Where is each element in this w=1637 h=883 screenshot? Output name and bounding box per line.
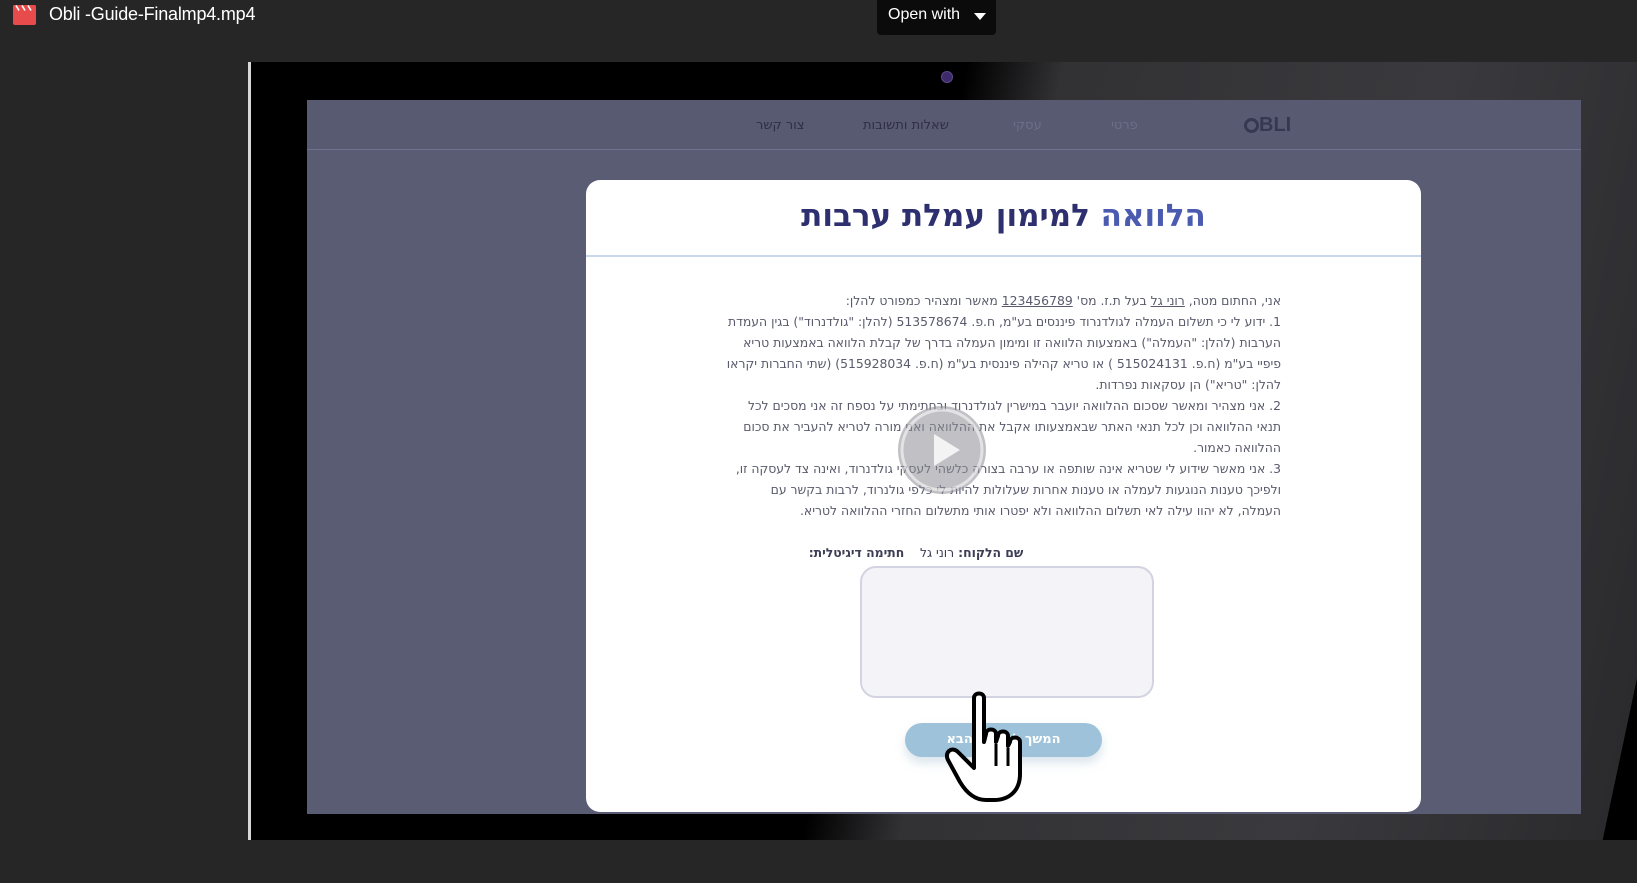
play-icon[interactable] (898, 406, 986, 494)
nav-item-business: עסקי (1013, 118, 1042, 133)
open-with-label: Open with (888, 6, 961, 23)
camera-dot-icon (941, 71, 953, 83)
play-triangle-icon (900, 408, 984, 492)
terms-clause-3: 3. אני מאשר שידוע לי שטריא אינה שותפה או… (735, 461, 1281, 518)
chevron-down-icon (974, 13, 986, 20)
terms-intro: אני, החתום מטה, רוני גל בעל ת.ז. מס' 123… (845, 293, 1281, 308)
logo-o-icon (1244, 118, 1259, 133)
nav-item-contact: צור קשר (756, 118, 805, 133)
terms-text: אני, החתום מטה, רוני גל בעל ת.ז. מס' 123… (726, 290, 1281, 521)
modal-header: הלוואה למימון עמלת ערבות (586, 180, 1421, 257)
video-file-icon (13, 5, 36, 25)
customer-name-label: שם הלקוח: (958, 545, 1024, 560)
signature-pad[interactable] (860, 566, 1154, 698)
video-frame-edge (248, 62, 251, 840)
digital-signature-label: חתימה דיגיטלית: (808, 545, 905, 560)
open-with-button[interactable]: Open with (877, 0, 996, 35)
site-nav: צור קשר שאלות ותשובות עסקי פרטי BLI (307, 100, 1581, 150)
signature-line: שם הלקוח: רוני גל חתימה דיגיטלית: (726, 545, 1106, 560)
file-name: Obli -Guide-Finalmp4.mp4 (49, 4, 256, 24)
hand-pointer-icon (945, 691, 1022, 802)
obli-logo: BLI (1244, 114, 1291, 137)
modal-title: הלוואה למימון עמלת ערבות (801, 198, 1206, 234)
nav-item-private: פרטי (1111, 118, 1138, 133)
terms-clause-2: 2. אני מצהיר ומאשר שסכום ההלוואה יועבר ב… (743, 398, 1281, 455)
customer-name-value: רוני גל (919, 545, 959, 560)
nav-item-faq: שאלות ותשובות (863, 118, 949, 133)
viewer-topbar: Obli -Guide-Finalmp4.mp4 Open with (0, 0, 1637, 40)
terms-clause-1: 1. ידוע לי כי תשלום העמלה לגולדנרוד פיננ… (726, 314, 1281, 392)
